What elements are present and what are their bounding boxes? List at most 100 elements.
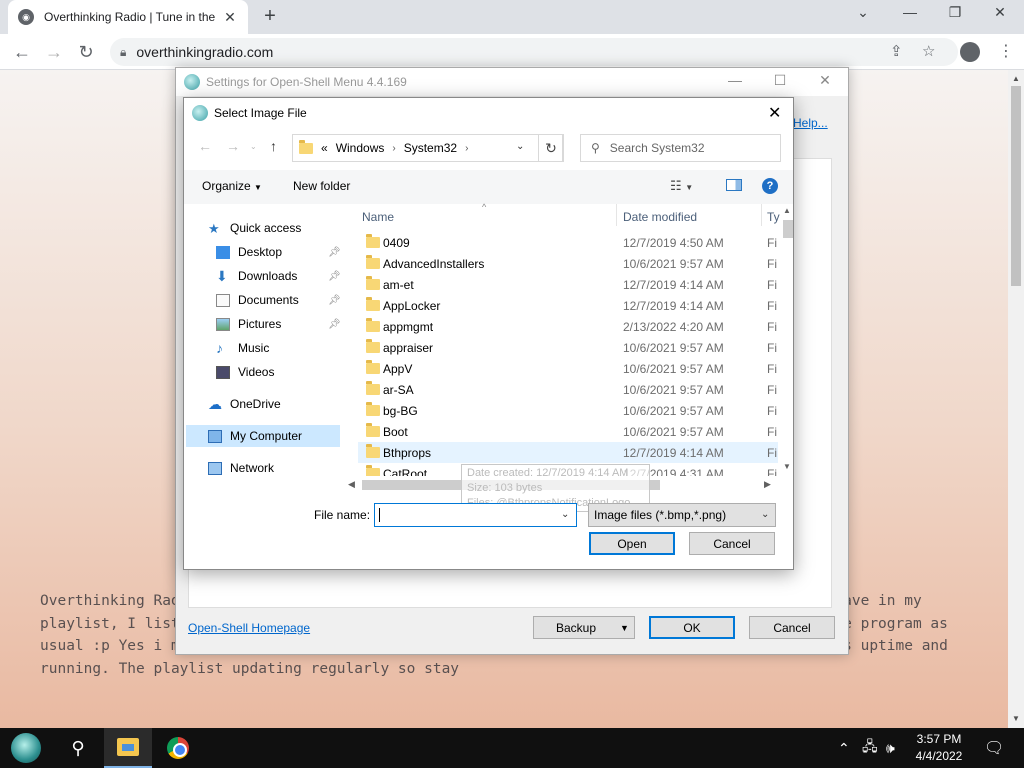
search-input[interactable]: ⚲ Search System32 [580,134,781,162]
recent-dropdown-icon[interactable]: ⌄ [250,142,257,151]
file-name-input[interactable]: ⌄ [374,503,577,527]
nav-item-documents[interactable]: Documents 📌︎ [216,289,341,311]
column-name[interactable]: Name [362,210,394,224]
column-date-modified[interactable]: Date modified [623,210,697,224]
settings-close-button[interactable]: ✕ [805,72,845,89]
show-hidden-icons-icon[interactable]: ⌃ [838,728,850,768]
ok-button[interactable]: OK [649,616,735,639]
column-divider[interactable] [761,204,762,226]
list-item[interactable]: Bthprops 12/7/2019 4:14 AM Fi [358,442,778,463]
settings-minimize-button[interactable]: — [715,72,755,88]
back-arrow-icon[interactable]: ← [10,40,34,64]
settings-cancel-button[interactable]: Cancel [749,616,835,639]
breadcrumb-overflow[interactable]: « [321,141,328,155]
list-item[interactable]: am-et 12/7/2019 4:14 AM Fi [358,274,778,295]
nav-item-videos[interactable]: Videos [216,361,341,383]
folder-icon [366,423,380,437]
new-tab-button[interactable]: + [259,6,281,28]
volume-icon[interactable]: 🕪︎ [886,728,895,768]
nav-item-network[interactable]: Network [208,457,348,479]
scroll-up-icon[interactable]: ▲ [783,206,791,215]
bookmark-star-icon[interactable]: ☆ [922,42,935,60]
list-item[interactable]: appraiser 10/6/2021 9:57 AM Fi [358,337,778,358]
pictures-icon [216,317,230,331]
help-icon[interactable]: ? [762,178,778,194]
nav-item-music[interactable]: ♪ Music [216,337,341,359]
up-folder-icon[interactable]: ↑ [270,138,277,154]
preview-pane-icon[interactable] [726,179,742,191]
file-explorer-taskbar-button[interactable] [104,728,152,768]
settings-maximize-button[interactable]: ☐ [760,72,800,89]
address-bar[interactable]: 🔒︎ overthinkingradio.com ⇪ ☆ [110,38,958,66]
list-item[interactable]: AppLocker 12/7/2019 4:14 AM Fi [358,295,778,316]
view-options-icon[interactable]: ☷ ▼ [670,178,693,194]
breadcrumb-chevron-icon[interactable]: › [392,143,395,154]
scroll-left-icon[interactable]: ◀ [348,479,355,490]
nav-item-downloads[interactable]: ⬇ Downloads 📌︎ [216,265,341,287]
share-icon[interactable]: ⇪ [890,42,903,60]
list-item[interactable]: bg-BG 10/6/2021 9:57 AM Fi [358,400,778,421]
open-button[interactable]: Open [589,532,675,555]
menu-kebab-icon[interactable]: ⋮ [998,41,1014,61]
path-breadcrumb[interactable]: « Windows › System32 › ⌄ [292,134,563,162]
search-taskbar-icon[interactable]: ⚲ [54,728,102,768]
new-folder-button[interactable]: New folder [293,179,350,193]
forward-arrow-icon[interactable]: → [42,40,66,64]
tab-search-icon[interactable]: ⌄ [843,4,883,21]
backup-label: Backup [556,620,597,635]
page-scrollbar[interactable]: ▲ ▼ [1008,70,1024,728]
restore-button[interactable]: ❐ [935,4,975,21]
reload-icon[interactable]: ↻ [74,40,98,64]
organize-button[interactable]: Organize ▼ [202,179,262,193]
close-window-button[interactable]: ✕ [980,4,1020,21]
chrome-icon [167,737,189,759]
help-link[interactable]: Help... [793,116,828,130]
scroll-down-icon[interactable]: ▼ [1012,714,1020,723]
file-list-scroll-thumb[interactable] [783,220,793,238]
back-icon[interactable]: ← [198,138,212,154]
profile-avatar-icon[interactable] [960,42,980,62]
list-item[interactable]: AdvancedInstallers 10/6/2021 9:57 AM Fi [358,253,778,274]
file-name-dropdown-icon[interactable]: ⌄ [561,509,569,520]
list-item[interactable]: AppV 10/6/2021 9:57 AM Fi [358,358,778,379]
scroll-down-icon[interactable]: ▼ [783,462,791,471]
breadcrumb-system32[interactable]: System32 [404,141,457,155]
network-tray-icon[interactable]: 🖧︎ [862,728,878,768]
start-button[interactable] [2,728,50,768]
dialog-close-button[interactable]: ✕ [768,103,781,123]
notifications-icon[interactable]: 🗨︎ [984,728,1004,768]
breadcrumb-windows[interactable]: Windows [336,141,385,155]
scroll-up-icon[interactable]: ▲ [1012,74,1020,83]
browser-tab[interactable]: ◉ Overthinking Radio | Tune in the ✕ [8,0,248,34]
nav-item-my-computer[interactable]: My Computer [186,425,340,447]
homepage-link[interactable]: Open-Shell Homepage [188,621,310,635]
list-item[interactable]: Boot 10/6/2021 9:57 AM Fi [358,421,778,442]
tab-close-icon[interactable]: ✕ [222,9,238,26]
nav-item-pictures[interactable]: Pictures 📌︎ [216,313,341,335]
chrome-taskbar-button[interactable] [154,728,202,768]
nav-item-onedrive[interactable]: ☁ OneDrive [208,393,348,415]
list-item[interactable]: 0409 12/7/2019 4:50 AM Fi [358,232,778,253]
minimize-button[interactable]: — [890,4,930,20]
file-list-vertical-scrollbar[interactable]: ▲ ▼ [780,206,796,476]
pin-icon: 📌︎ [328,246,341,258]
page-scroll-thumb[interactable] [1011,86,1021,286]
refresh-icon[interactable]: ↻ [538,134,564,162]
column-divider[interactable] [616,204,617,226]
forward-icon[interactable]: → [226,138,240,154]
scroll-right-icon[interactable]: ▶ [764,479,771,490]
folder-icon [366,381,380,395]
lock-icon: 🔒︎ [120,44,127,59]
nav-item-desktop[interactable]: Desktop 📌︎ [216,241,341,263]
backup-button[interactable]: Backup ▼ [533,616,635,639]
dialog-cancel-button[interactable]: Cancel [689,532,775,555]
list-item[interactable]: appmgmt 2/13/2022 4:20 AM Fi [358,316,778,337]
file-type-select[interactable]: Image files (*.bmp,*.png) ⌄ [588,503,776,527]
list-item[interactable]: ar-SA 10/6/2021 9:57 AM Fi [358,379,778,400]
column-type[interactable]: Ty [767,210,780,224]
taskbar-clock[interactable]: 3:57 PM 4/4/2022 [908,731,970,765]
address-dropdown-icon[interactable]: ⌄ [516,141,524,152]
videos-icon [216,365,230,379]
breadcrumb-chevron-icon[interactable]: › [465,143,468,154]
nav-item-quick-access[interactable]: ★ Quick access [208,217,348,239]
